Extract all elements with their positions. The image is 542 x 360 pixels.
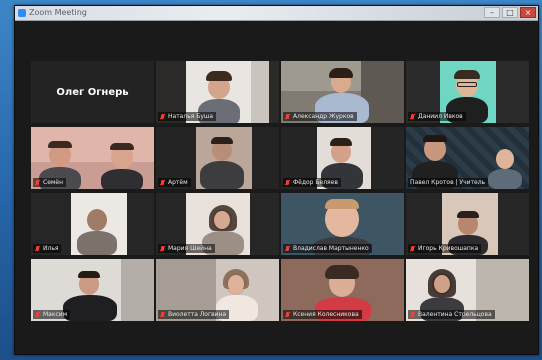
participant-display-name: Олег Огнерь	[56, 86, 129, 98]
participant-tile[interactable]: Виолетта Логвина	[156, 259, 279, 321]
participant-tile[interactable]: Мария Шейна	[156, 193, 279, 255]
participant-tile[interactable]: Игорь Кривошапка	[406, 193, 529, 255]
participant-name-tag: Валентина Стрельцова	[408, 310, 495, 319]
participant-name-tag: Наталья Буша	[158, 112, 217, 121]
participant-tile[interactable]: Александр Журков	[281, 61, 404, 123]
participant-name-tag: Владислав Мартыненко	[283, 244, 372, 253]
mic-muted-icon	[410, 113, 415, 120]
mic-muted-icon	[285, 245, 290, 252]
participant-name-tag: Илья	[33, 244, 62, 253]
mic-muted-icon	[160, 179, 165, 186]
participant-name-tag: Игорь Кривошапка	[408, 244, 482, 253]
meeting-window: Zoom Meeting – □ × Олег Огнерь Наталья Б…	[14, 5, 539, 355]
participant-tile[interactable]: Семён	[31, 127, 154, 189]
mic-muted-icon	[285, 311, 290, 318]
mic-muted-icon	[35, 311, 40, 318]
mic-muted-icon	[35, 179, 40, 186]
participant-tile[interactable]: Максим	[31, 259, 154, 321]
gallery-view: Олег Огнерь Наталья Буша Александр Журко…	[15, 21, 538, 354]
participant-name-tag: Артём	[158, 178, 191, 187]
participant-name-tag: Максим	[33, 310, 71, 319]
participant-name-tag: Даниил Ивков	[408, 112, 466, 121]
participant-name-tag: Александр Журков	[283, 112, 357, 121]
active-speaker-tile[interactable]: Павел Кротов | Учитель	[406, 127, 529, 189]
close-icon[interactable]: ×	[520, 7, 536, 18]
participant-tile[interactable]: Даниил Ивков	[406, 61, 529, 123]
participant-tile[interactable]: Илья	[31, 193, 154, 255]
participant-tile[interactable]: Олег Огнерь	[31, 61, 154, 123]
participant-name-tag: Мария Шейна	[158, 244, 215, 253]
participant-tile[interactable]: Валентина Стрельцова	[406, 259, 529, 321]
participant-name-tag: Виолетта Логвина	[158, 310, 230, 319]
mic-muted-icon	[160, 113, 165, 120]
window-controls: – □ ×	[484, 7, 536, 19]
mic-muted-icon	[410, 311, 415, 318]
participant-tile[interactable]: Артём	[156, 127, 279, 189]
mic-muted-icon	[35, 245, 40, 252]
maximize-icon[interactable]: □	[502, 7, 518, 18]
participant-name-tag: Семён	[33, 178, 67, 187]
window-title: Zoom Meeting	[29, 8, 87, 17]
mic-muted-icon	[160, 245, 165, 252]
participant-tile[interactable]: Фёдор Беляев	[281, 127, 404, 189]
window-titlebar[interactable]: Zoom Meeting – □ ×	[15, 6, 538, 21]
mic-muted-icon	[160, 311, 165, 318]
mic-muted-icon	[285, 113, 290, 120]
participant-name-tag: Фёдор Беляев	[283, 178, 341, 187]
participant-tile[interactable]: Наталья Буша	[156, 61, 279, 123]
zoom-app-icon	[18, 9, 26, 17]
minimize-icon[interactable]: –	[484, 7, 500, 18]
mic-muted-icon	[285, 179, 290, 186]
mic-muted-icon	[410, 245, 415, 252]
participant-name-tag: Ксения Колесникова	[283, 310, 362, 319]
participant-tile[interactable]: Ксения Колесникова	[281, 259, 404, 321]
participant-tile[interactable]: Владислав Мартыненко	[281, 193, 404, 255]
participant-name-tag: Павел Кротов | Учитель	[408, 178, 489, 187]
